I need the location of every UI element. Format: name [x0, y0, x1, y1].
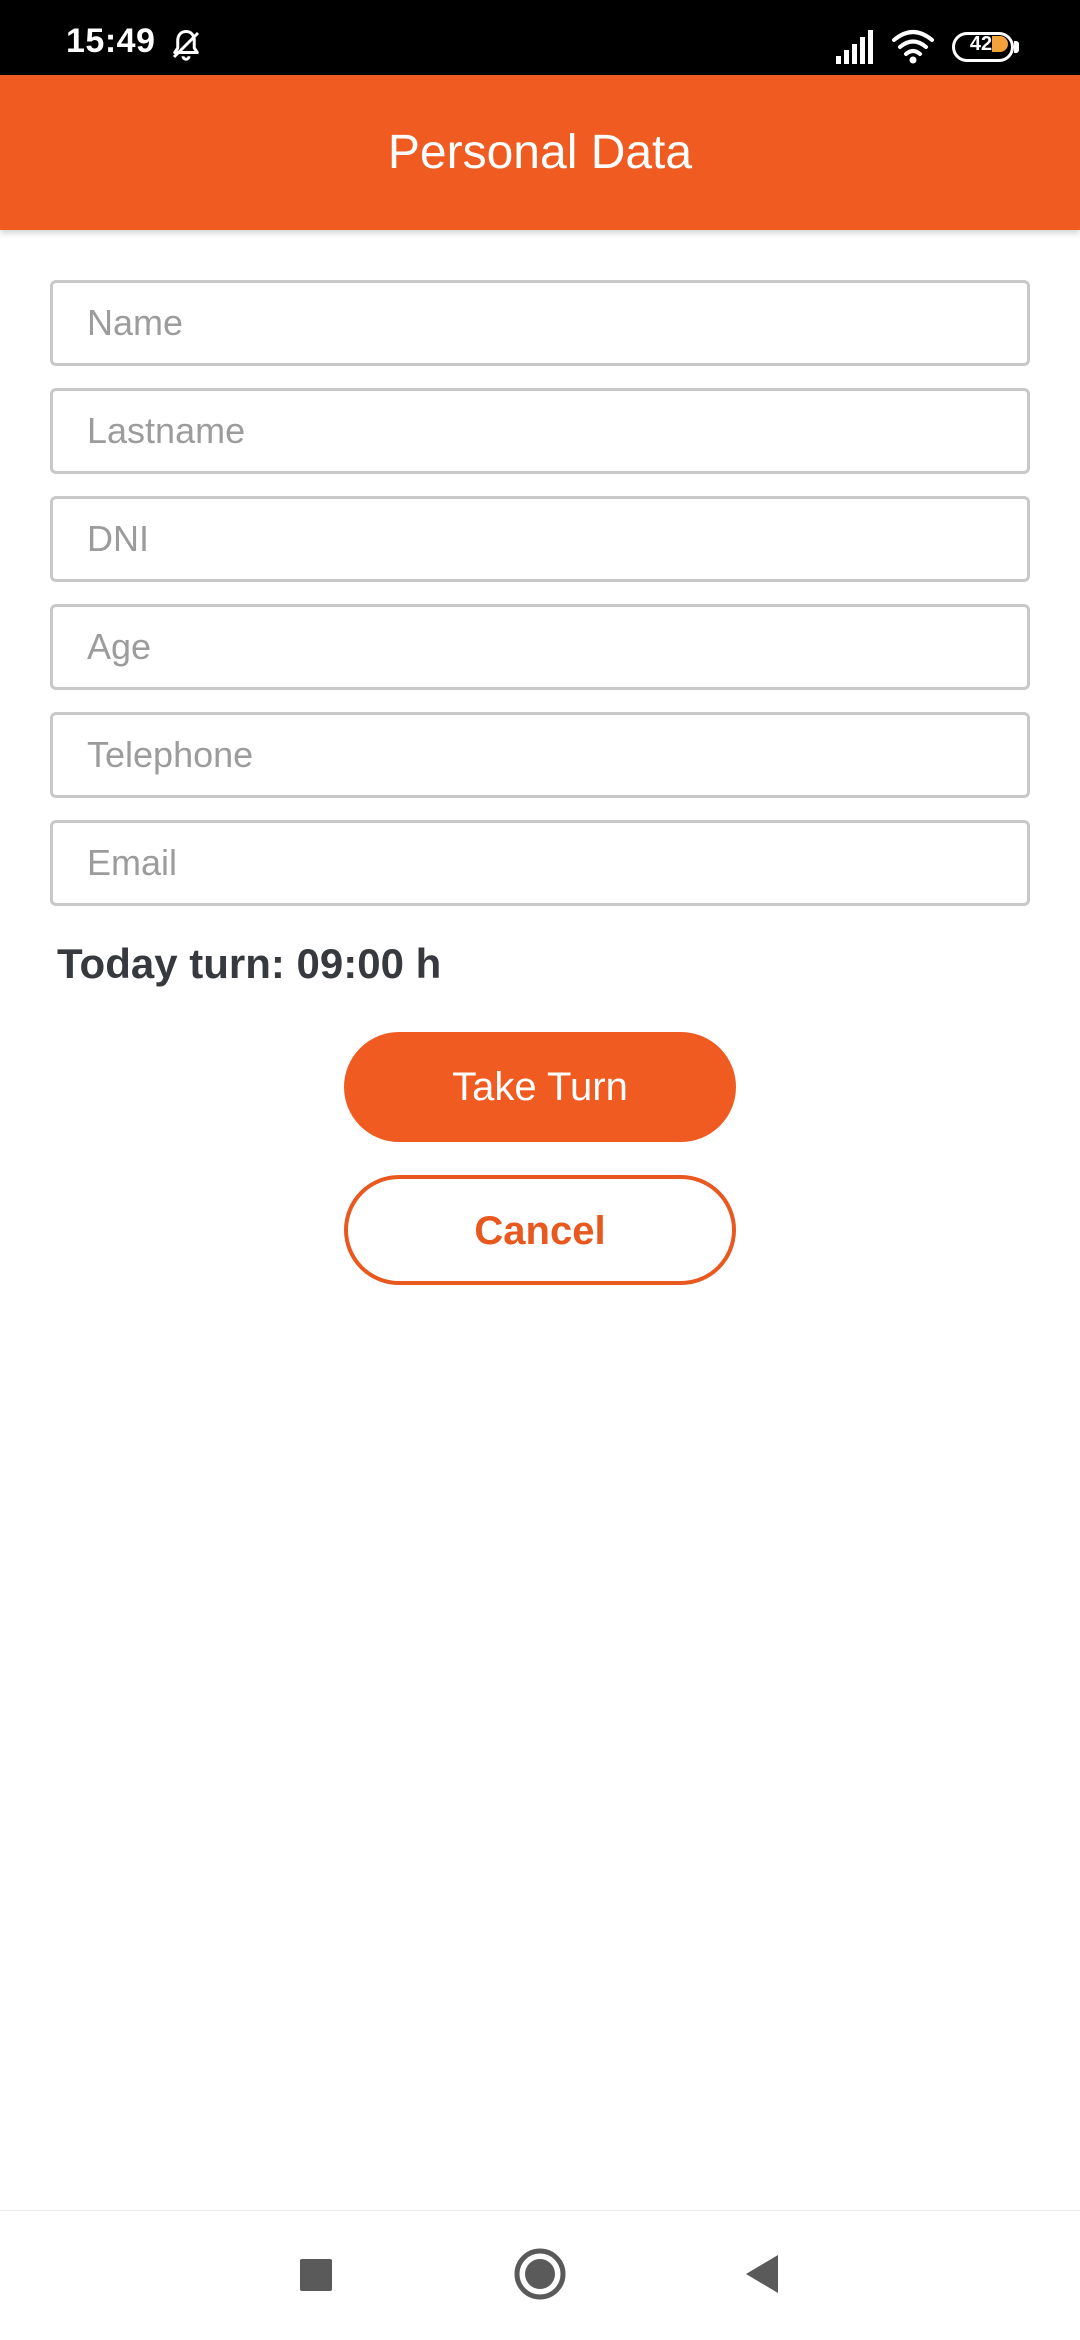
name-field[interactable]: [50, 280, 1030, 366]
today-turn-label: Today turn: 09:00 h: [57, 940, 442, 987]
dni-field[interactable]: [50, 496, 1030, 582]
battery-icon: 42: [952, 32, 1020, 62]
bell-off-icon: [172, 30, 200, 61]
page-title: Personal Data: [387, 126, 693, 179]
cancel-button[interactable]: Cancel: [344, 1175, 736, 1285]
wifi-icon: [892, 30, 934, 64]
home-icon[interactable]: [514, 2248, 566, 2300]
navigation-bar: [0, 2210, 1080, 2340]
take-turn-button[interactable]: Take Turn: [344, 1032, 736, 1142]
email-field[interactable]: [50, 820, 1030, 906]
screen: 15:49 42 Personal Data Name Lastname DNI…: [0, 0, 1080, 2340]
battery-level: 42: [969, 33, 993, 55]
back-icon[interactable]: [744, 2253, 780, 2295]
app-bar: Personal Data: [0, 75, 1080, 230]
recent-apps-icon[interactable]: [300, 2259, 332, 2291]
signal-icon: [836, 30, 873, 64]
status-time: 15:49: [66, 22, 156, 60]
status-bar: 15:49 42: [0, 0, 1080, 75]
age-field[interactable]: [50, 604, 1030, 690]
lastname-field[interactable]: [50, 388, 1030, 474]
telephone-field[interactable]: [50, 712, 1030, 798]
